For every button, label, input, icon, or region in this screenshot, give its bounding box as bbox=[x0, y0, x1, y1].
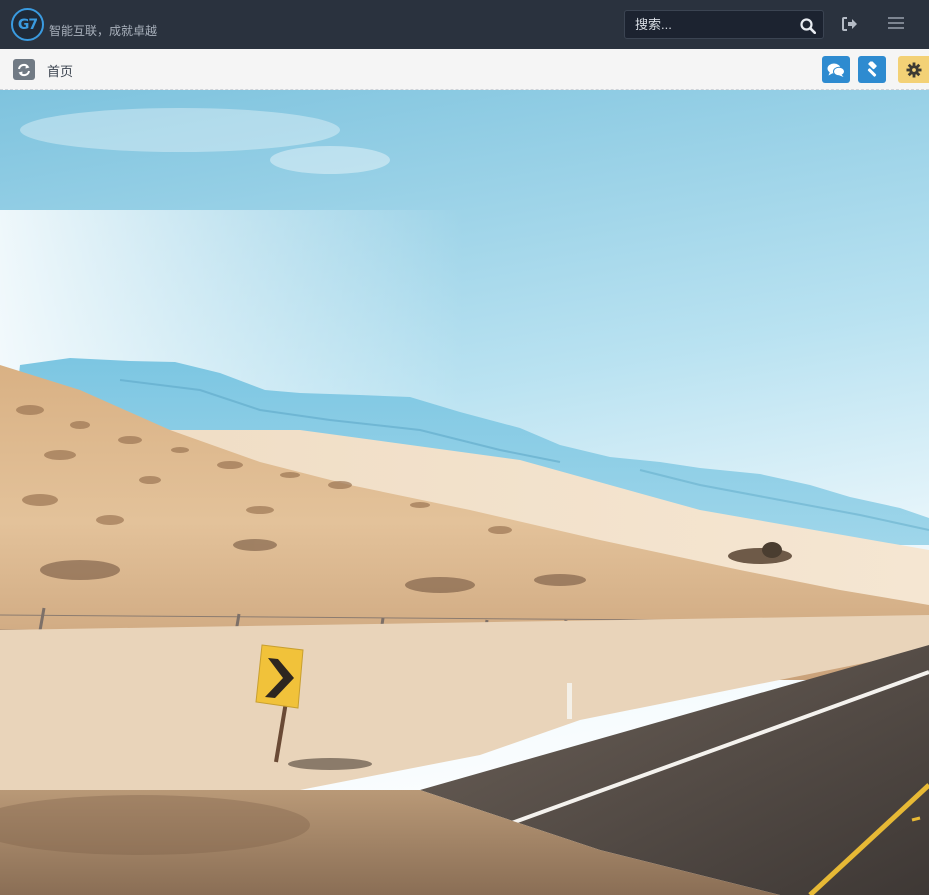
app-slogan: 智能互联，成就卓越 bbox=[49, 24, 158, 38]
refresh-icon bbox=[18, 63, 30, 76]
gear-icon bbox=[906, 62, 921, 77]
top-navbar: G7 智能互联，成就卓越 bbox=[0, 0, 929, 49]
bars-icon[interactable] bbox=[888, 16, 904, 30]
breadcrumb-bar: 首页 bbox=[0, 49, 929, 90]
breadcrumb-home[interactable]: 首页 bbox=[47, 61, 73, 80]
settings-button[interactable] bbox=[898, 56, 929, 83]
search-input[interactable] bbox=[625, 11, 793, 38]
refresh-button[interactable] bbox=[13, 59, 35, 80]
search-box bbox=[624, 10, 824, 39]
chat-button[interactable] bbox=[822, 56, 850, 83]
sign-out-icon[interactable] bbox=[841, 15, 859, 33]
logo-text: G7 bbox=[17, 17, 38, 33]
search-icon[interactable] bbox=[800, 18, 816, 34]
hero-background-image bbox=[0, 90, 929, 895]
gavel-icon bbox=[867, 61, 877, 77]
tool-button[interactable] bbox=[858, 56, 886, 83]
g7-logo[interactable]: G7 bbox=[11, 8, 44, 41]
comments-icon bbox=[827, 63, 845, 77]
chevron-sign-icon bbox=[255, 644, 304, 709]
